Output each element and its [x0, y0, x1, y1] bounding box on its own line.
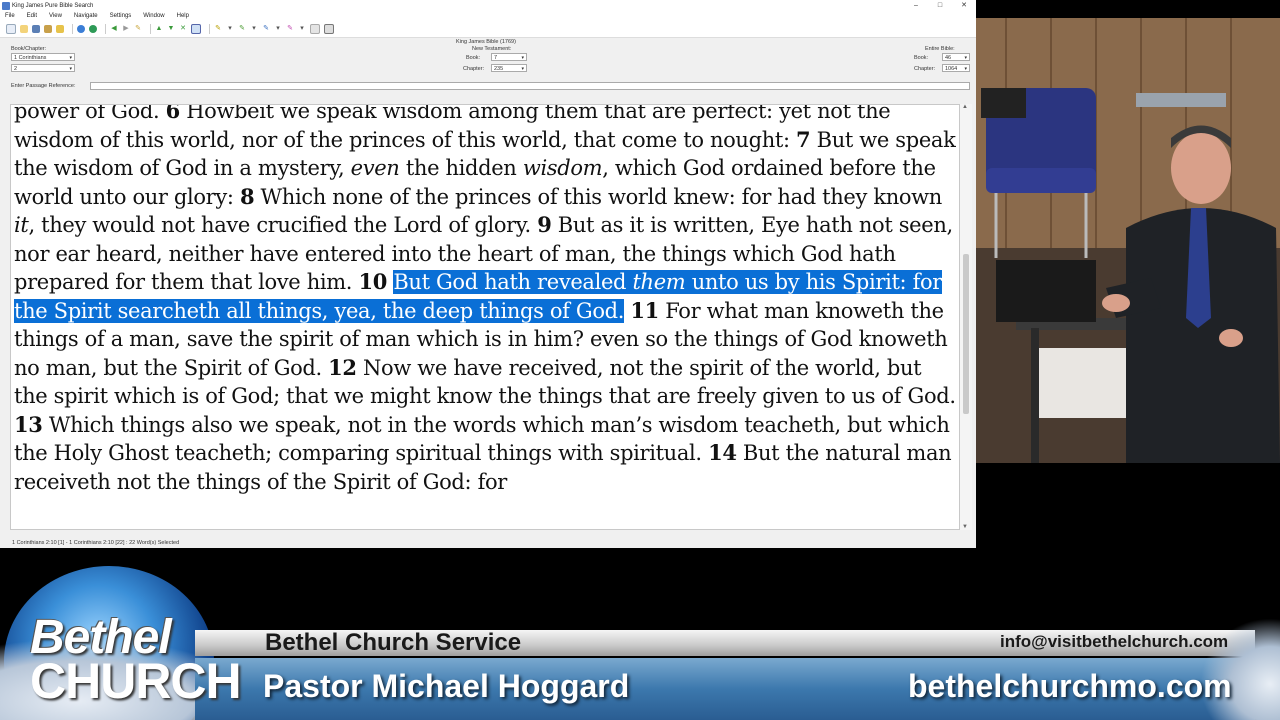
minimize-button[interactable]: – — [904, 0, 928, 12]
menu-window[interactable]: Window — [143, 12, 164, 21]
book-chapter-label: Book/Chapter: — [11, 46, 47, 52]
verse-text-segment: power of God. — [14, 104, 160, 123]
menu-edit[interactable]: Edit — [27, 12, 37, 21]
chapter-select[interactable]: 2 — [11, 64, 75, 73]
down-chapter-icon[interactable]: ▼ — [167, 25, 175, 33]
italic-word: them — [632, 270, 686, 294]
verse-number-9: 9 — [537, 212, 552, 237]
highlighter-yellow-icon[interactable]: ✎ — [214, 25, 222, 33]
dropdown-icon[interactable]: ▾ — [226, 25, 234, 33]
italic-word: it — [14, 213, 29, 237]
dropdown-icon[interactable]: ▾ — [298, 25, 306, 33]
passage-reference-label: Enter Passage Reference: — [11, 83, 76, 89]
highlighter-blue-icon[interactable]: ✎ — [262, 25, 270, 33]
toolbar-separator — [150, 24, 151, 34]
verse-number-6: 6 — [165, 104, 181, 123]
new-testament-label: New Testament: — [472, 46, 512, 52]
back-browser-icon[interactable] — [77, 25, 85, 33]
book-select[interactable]: 1 Corinthians — [11, 53, 75, 62]
navigation-panel: King James Bible (1769) Book/Chapter: 1 … — [0, 38, 976, 90]
verse-text-segment: But God hath revealed — [393, 270, 627, 294]
eb-book-select[interactable]: 46 — [942, 53, 970, 62]
notes-icon[interactable] — [324, 24, 334, 34]
print-icon[interactable] — [44, 25, 52, 33]
eb-chapter-label: Chapter: — [914, 66, 936, 72]
bible-version-label: King James Bible (1769) — [456, 39, 516, 45]
eb-chapter-select[interactable]: 1064 — [942, 64, 970, 73]
nt-chapter-label: Chapter: — [463, 66, 485, 72]
verse-text-segment: , they would not have crucified the Lord… — [28, 213, 531, 237]
verse-number-12: 12 — [328, 354, 357, 380]
scroll-down-icon[interactable]: ▼ — [962, 524, 968, 530]
save-icon[interactable] — [32, 25, 40, 33]
verse-number-11: 11 — [630, 297, 659, 323]
verse-number-14: 14 — [708, 440, 737, 465]
pastor-video-image — [976, 18, 1280, 463]
italic-word: even — [350, 156, 400, 180]
menu-file[interactable]: File — [5, 12, 15, 21]
passage-reference-input[interactable] — [90, 82, 970, 90]
contact-email: info@visitbethelchurch.com — [1000, 632, 1229, 651]
arrow-left-icon[interactable]: ◀ — [110, 25, 118, 33]
eb-book-label: Book: — [914, 55, 929, 61]
menu-help[interactable]: Help — [177, 12, 189, 21]
vertical-scrollbar[interactable]: ▲ ▼ — [960, 104, 972, 530]
toolbar-separator — [105, 24, 106, 34]
scripture-text[interactable]: power of God. 6 Howbeit we speak wisdom … — [14, 104, 959, 496]
new-icon[interactable] — [6, 24, 16, 34]
verse-number-10: 10 — [358, 269, 387, 294]
highlighter-pink-icon[interactable]: ✎ — [286, 25, 294, 33]
title-bar: King James Pure Bible Search – □ ✕ — [0, 0, 976, 12]
camera-feed — [976, 18, 1280, 463]
italic-word: wisdom — [522, 156, 603, 180]
church-website: bethelchurchmo.com — [908, 668, 1232, 704]
scrollbar-thumb[interactable] — [963, 254, 969, 414]
service-title: Bethel Church Service — [265, 629, 522, 656]
menu-bar: File Edit View Navigate Settings Window … — [0, 12, 976, 21]
broadcast-banner: Bethel CHURCH Bethel Church Service info… — [0, 548, 1280, 720]
toolbar-separator — [72, 24, 73, 34]
shuffle-icon[interactable]: ✕ — [179, 25, 187, 33]
verse-number-7: 7 — [796, 126, 811, 152]
find-icon[interactable] — [56, 25, 64, 33]
logo-church: CHURCH — [30, 653, 242, 709]
scroll-up-icon[interactable]: ▲ — [962, 104, 968, 110]
menu-navigate[interactable]: Navigate — [74, 12, 98, 21]
toolbar: ◀ ▶ ✎ ▲ ▼ ✕ ✎ ▾ ✎ ▾ ✎ ▾ ✎ ▾ — [0, 21, 976, 38]
verse-text-segment: the hidden — [405, 156, 517, 180]
menu-view[interactable]: View — [49, 12, 62, 21]
toolbar-separator — [209, 24, 210, 34]
status-bar: 1 Corinthians 2:10 [1] - 1 Corinthians 2… — [0, 538, 976, 548]
close-button[interactable]: ✕ — [952, 0, 976, 12]
maximize-button[interactable]: □ — [928, 0, 952, 12]
verse-number-8: 8 — [239, 183, 255, 209]
bible-search-window: King James Pure Bible Search – □ ✕ File … — [0, 0, 976, 548]
entire-bible-label: Entire Bible: — [925, 46, 955, 52]
open-icon[interactable] — [20, 25, 28, 33]
pastor-name: Pastor Michael Hoggard — [263, 668, 630, 704]
verse-number-13: 13 — [14, 411, 43, 437]
nt-book-label: Book: — [466, 55, 481, 61]
pencil-icon[interactable]: ✎ — [134, 25, 142, 33]
dropdown-icon[interactable]: ▾ — [250, 25, 258, 33]
app-icon — [2, 2, 10, 10]
menu-settings[interactable]: Settings — [110, 12, 132, 21]
refresh-icon[interactable] — [89, 25, 97, 33]
dropdown-icon[interactable]: ▾ — [274, 25, 282, 33]
nt-book-select[interactable]: 7 — [491, 53, 527, 62]
window-icon[interactable] — [191, 24, 201, 34]
arrow-right-icon[interactable]: ▶ — [122, 25, 130, 33]
up-chapter-icon[interactable]: ▲ — [155, 25, 163, 33]
window-title: King James Pure Bible Search — [12, 3, 94, 9]
highlighter-green-icon[interactable]: ✎ — [238, 25, 246, 33]
scripture-text-pane[interactable]: power of God. 6 Howbeit we speak wisdom … — [10, 104, 960, 530]
verse-text-segment: Which none of the princes of this world … — [260, 184, 943, 209]
eraser-icon[interactable] — [310, 24, 320, 34]
nt-chapter-select[interactable]: 235 — [491, 64, 527, 73]
